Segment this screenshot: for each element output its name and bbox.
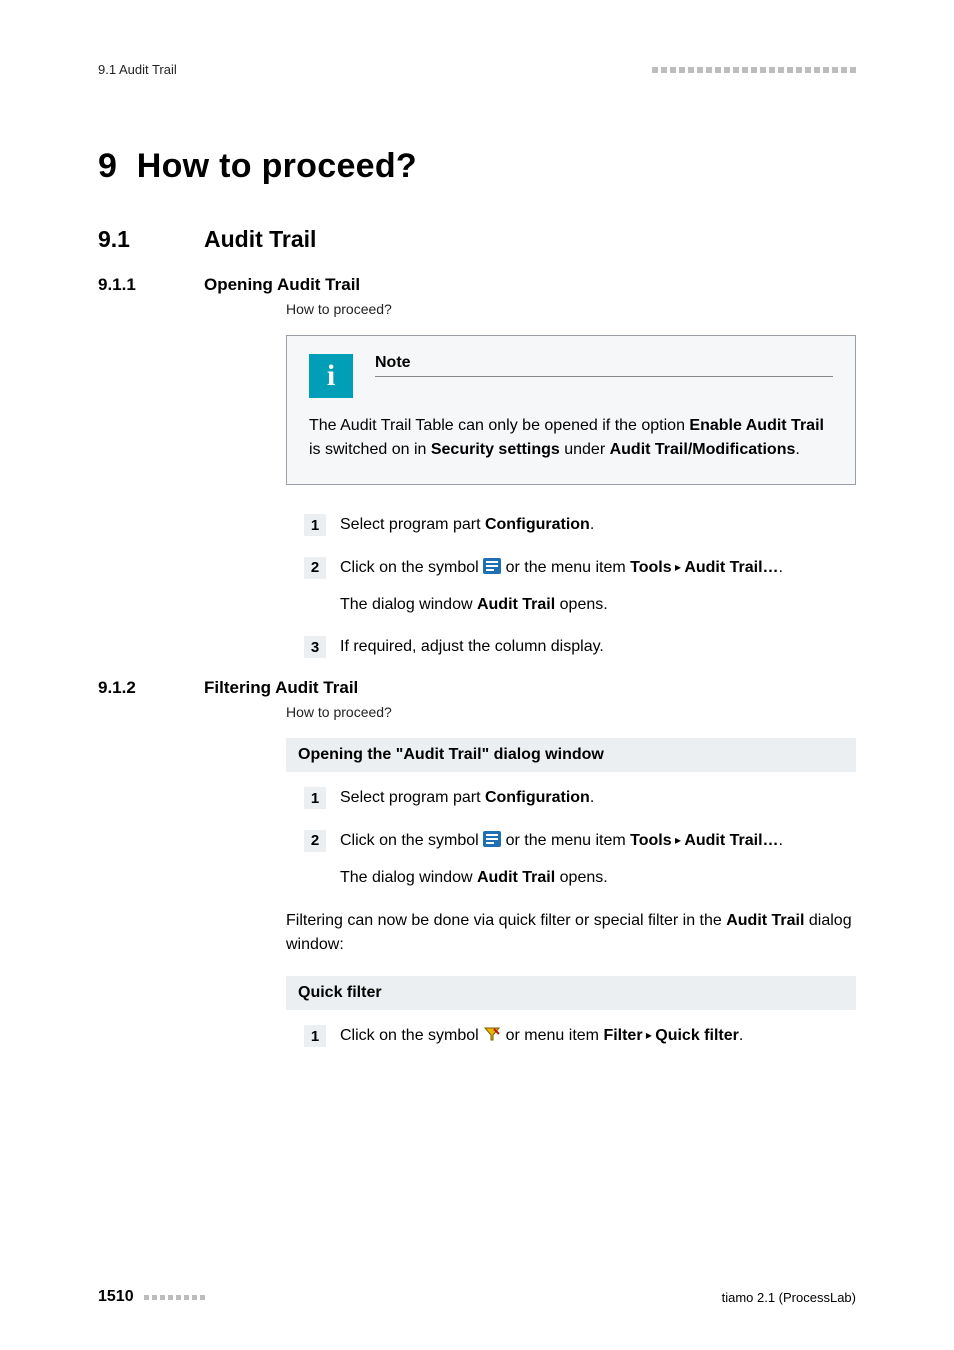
chapter-name: How to proceed? [137, 147, 417, 185]
audit-trail-toolbar-icon [483, 558, 501, 574]
sub-heading-strip: Opening the "Audit Trail" dialog window [286, 738, 856, 772]
section-title: Audit Trail [204, 226, 316, 253]
step-item: 3 If required, adjust the column display… [304, 635, 856, 660]
subsection-number: 9.1.1 [98, 275, 166, 295]
step-body: Click on the symbol or the menu item Too… [340, 556, 856, 618]
step-body: If required, adjust the column display. [340, 635, 856, 660]
subsection-heading: 9.1.2 Filtering Audit Trail [98, 678, 856, 698]
chapter-title: 9 How to proceed? [98, 147, 856, 186]
step-number: 1 [304, 1025, 326, 1047]
info-icon: i [309, 354, 353, 398]
step-number: 3 [304, 636, 326, 658]
quick-filter-icon [483, 1026, 501, 1042]
step-number: 2 [304, 830, 326, 852]
running-header-left: 9.1 Audit Trail [98, 62, 177, 77]
audit-trail-toolbar-icon [483, 831, 501, 847]
product-name: tiamo 2.1 (ProcessLab) [722, 1290, 856, 1305]
sub-heading-strip: Quick filter [286, 976, 856, 1010]
howto-label: How to proceed? [286, 301, 856, 317]
paragraph: Filtering can now be done via quick filt… [286, 909, 856, 959]
step-body: Select program part Configuration. [340, 786, 856, 811]
header-dots [652, 67, 856, 73]
step-number: 1 [304, 787, 326, 809]
step-item: 2 Click on the symbol or the menu item T… [304, 829, 856, 891]
section-heading: 9.1 Audit Trail [98, 226, 856, 253]
step-item: 2 Click on the symbol or the menu item T… [304, 556, 856, 618]
section-number: 9.1 [98, 226, 166, 253]
page-number: 1510 [98, 1288, 134, 1306]
subsection-number: 9.1.2 [98, 678, 166, 698]
subsection-heading: 9.1.1 Opening Audit Trail [98, 275, 856, 295]
note-box: i Note The Audit Trail Table can only be… [286, 335, 856, 485]
note-title: Note [375, 354, 833, 377]
step-number: 1 [304, 514, 326, 536]
step-item: 1 Click on the symbol or menu item Filte… [304, 1024, 856, 1049]
step-item: 1 Select program part Configuration. [304, 786, 856, 811]
step-item: 1 Select program part Configuration. [304, 513, 856, 538]
footer-dots [144, 1295, 205, 1300]
page-footer: 1510 tiamo 2.1 (ProcessLab) [98, 1288, 856, 1306]
running-header: 9.1 Audit Trail [98, 62, 856, 77]
step-body: Select program part Configuration. [340, 513, 856, 538]
step-body: Click on the symbol or menu item Filter … [340, 1024, 856, 1049]
step-number: 2 [304, 557, 326, 579]
chapter-number: 9 [98, 147, 117, 185]
subsection-title: Opening Audit Trail [204, 275, 360, 295]
howto-label: How to proceed? [286, 704, 856, 720]
note-body: The Audit Trail Table can only be opened… [309, 414, 833, 462]
subsection-title: Filtering Audit Trail [204, 678, 358, 698]
step-body: Click on the symbol or the menu item Too… [340, 829, 856, 891]
